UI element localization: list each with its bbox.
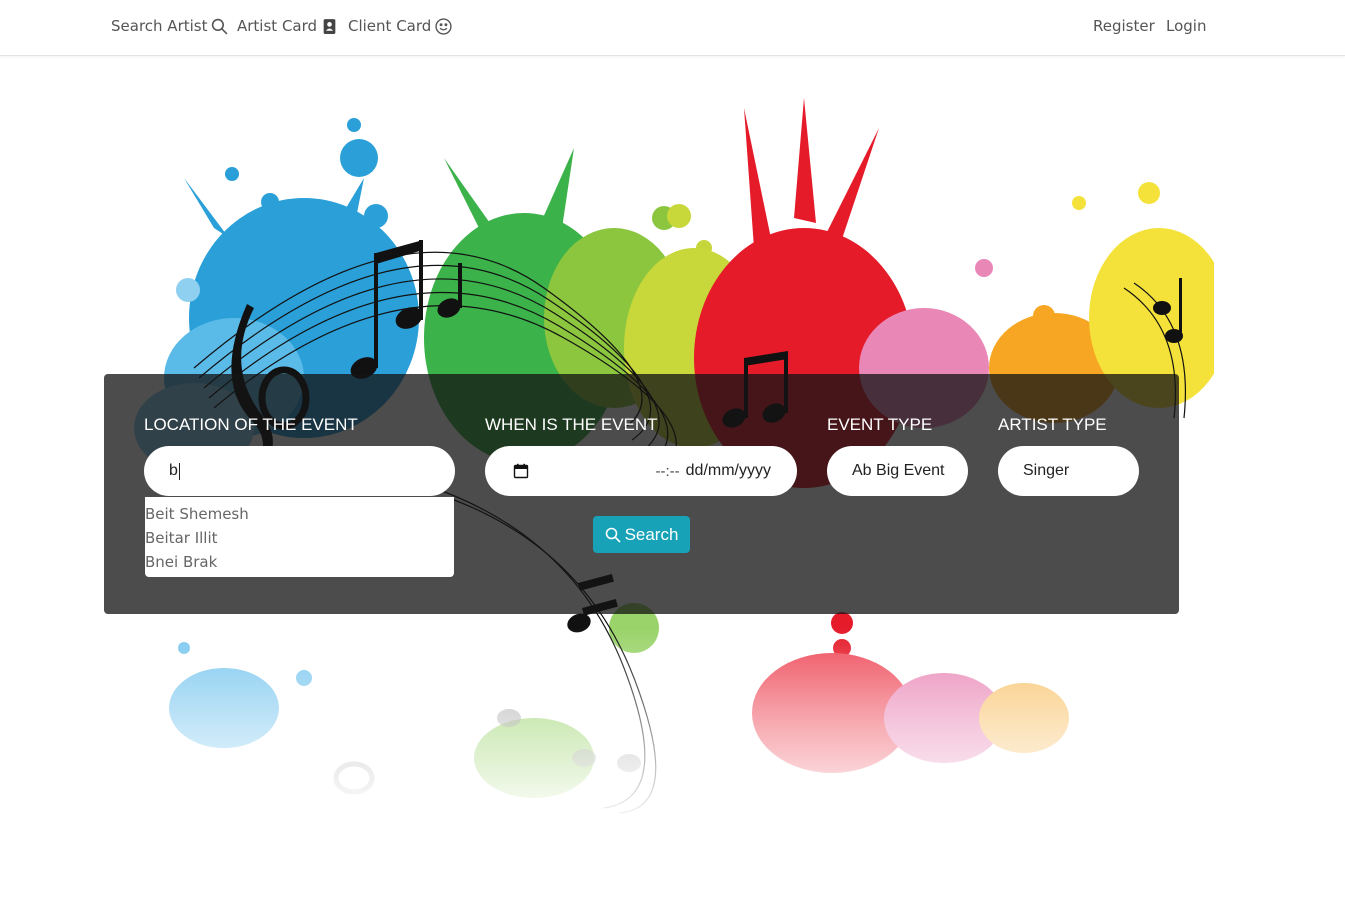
location-input-value: b — [169, 462, 178, 479]
artist-type-label: ARTIST TYPE — [998, 415, 1107, 434]
suggestion-item[interactable]: Beit Shemesh — [145, 502, 454, 526]
search-button-label: Search — [624, 524, 679, 544]
event-search-panel: LOCATION OF THE EVENT WHEN IS THE EVENT … — [104, 374, 1179, 614]
text-cursor — [178, 462, 180, 480]
nav-artist-card[interactable]: Artist Card — [237, 17, 338, 35]
event-type-value: Ab Big Event — [852, 462, 945, 479]
nav-login-label: Login — [1166, 17, 1207, 35]
nav-client-card-label: Client Card — [348, 17, 432, 35]
artist-type-select[interactable]: Singer — [998, 446, 1139, 496]
search-icon — [212, 18, 228, 35]
search-icon — [605, 527, 621, 543]
search-button[interactable]: Search — [593, 516, 690, 553]
time-placeholder: --:-- — [655, 462, 680, 480]
nav-search-artist[interactable]: Search Artist — [111, 17, 228, 35]
event-type-label: EVENT TYPE — [827, 415, 933, 434]
nav-register[interactable]: Register — [1093, 17, 1155, 35]
contact-card-icon — [323, 18, 336, 34]
nav-login[interactable]: Login — [1166, 17, 1206, 35]
suggestion-item[interactable]: Bnei Brak — [145, 550, 454, 574]
hero-fade-overlay — [104, 628, 1214, 848]
date-placeholder: dd/mm/yyyy — [685, 462, 771, 479]
calendar-icon[interactable] — [513, 463, 529, 479]
event-type-select[interactable]: Ab Big Event — [827, 446, 968, 496]
location-input[interactable]: b — [144, 446, 455, 496]
smiley-icon — [435, 17, 452, 35]
date-time-input[interactable]: --:-- dd/mm/yyyy — [485, 446, 797, 496]
location-label: LOCATION OF THE EVENT — [144, 415, 358, 434]
nav-artist-card-label: Artist Card — [237, 17, 318, 35]
date-label: WHEN IS THE EVENT — [485, 415, 658, 434]
artist-type-value: Singer — [1023, 462, 1070, 479]
nav-register-label: Register — [1093, 17, 1155, 35]
nav-search-artist-label: Search Artist — [111, 17, 208, 35]
suggestion-item[interactable]: Beitar Illit — [145, 526, 454, 550]
location-suggestions: Beit Shemesh Beitar Illit Bnei Brak — [145, 497, 454, 577]
top-navbar: Search Artist Artist Card Client Card Re… — [0, 0, 1345, 56]
nav-client-card[interactable]: Client Card — [348, 17, 452, 35]
